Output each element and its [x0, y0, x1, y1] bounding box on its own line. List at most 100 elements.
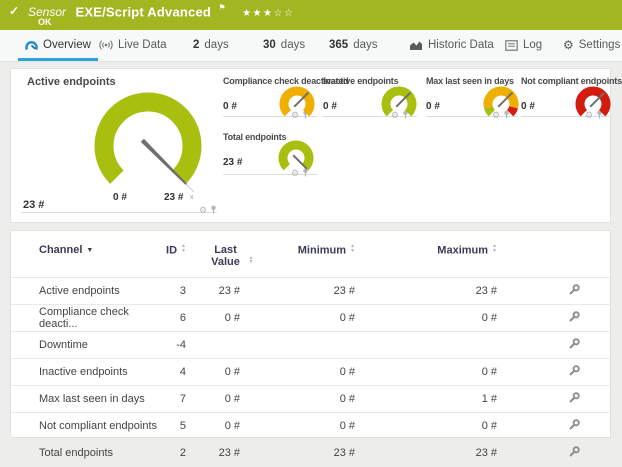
small-gauge [277, 84, 317, 124]
page-title: EXE/Script Advanced [75, 4, 211, 19]
gauge-value: 23 # [23, 199, 44, 211]
tab-historic-data[interactable]: Historic Data [402, 32, 501, 61]
channels-table: Channel▼ ID▲▼ Last Value▲▼ Minimum▲▼ Max… [11, 231, 610, 467]
channel-name: Compliance check deacti... [11, 305, 161, 332]
small-gauge [573, 84, 613, 124]
table-header-row: Channel▼ ID▲▼ Last Value▲▼ Minimum▲▼ Max… [11, 231, 610, 278]
gauge-scale-max: 23 # [164, 192, 183, 203]
channel-id: 6 [161, 305, 206, 332]
gauge-value: 0 # [223, 101, 237, 112]
column-header-maximum[interactable]: Maximum▲▼ [396, 231, 536, 278]
edit-channel-icon[interactable] [568, 418, 581, 431]
tab-bar: Overview Live Data 2 days 30 days 365 da… [0, 30, 622, 62]
edit-channel-icon[interactable] [568, 337, 581, 350]
edit-channel-icon[interactable] [568, 283, 581, 296]
channel-maximum: 23 # [396, 278, 536, 305]
edit-channel-icon[interactable] [568, 391, 581, 404]
status-badge: OK [38, 17, 52, 27]
channel-last-value: 0 # [206, 413, 276, 440]
channel-name: Active endpoints [11, 278, 161, 305]
channel-last-value [206, 332, 276, 359]
table-row[interactable]: Active endpoints 3 23 # 23 # 23 # [11, 278, 610, 305]
column-header-id[interactable]: ID▲▼ [161, 231, 206, 278]
channel-id: -4 [161, 332, 206, 359]
pin-icon[interactable] [210, 201, 217, 219]
tab-live-data[interactable]: Live Data [92, 32, 174, 61]
gauge-max-last-seen-in-days: Max last seen in days 0 # ⚙ [426, 75, 518, 117]
prtg-sensor-overview-page: { "colors": { "header_green": "#a2b622",… [0, 0, 622, 432]
sort-icon: ▲▼ [350, 244, 355, 253]
channel-maximum: 0 # [396, 359, 536, 386]
svg-text:x: x [190, 194, 194, 201]
tab-settings[interactable]: ⚙ Settings [556, 32, 622, 61]
channel-maximum [396, 332, 536, 359]
sort-icon: ▲▼ [492, 244, 497, 253]
gauge-not-compliant-endpoints: Not compliant endpoints 0 # ⚙ [521, 75, 611, 117]
channel-id: 7 [161, 386, 206, 413]
tab-365-days[interactable]: 365 days [322, 32, 384, 61]
gauge-value: 0 # [426, 101, 440, 112]
channel-name: Total endpoints [11, 440, 161, 467]
channel-last-value: 0 # [206, 359, 276, 386]
gauge-value: 0 # [323, 101, 337, 112]
channel-id: 4 [161, 359, 206, 386]
channel-name: Max last seen in days [11, 386, 161, 413]
edit-channel-icon[interactable] [568, 445, 581, 458]
active-endpoints-gauge: x [83, 83, 213, 213]
tab-log[interactable]: Log [498, 32, 549, 61]
channel-last-value: 0 # [206, 386, 276, 413]
channel-name: Downtime [11, 332, 161, 359]
column-header-last-value[interactable]: Last Value▲▼ [206, 231, 276, 278]
sort-icon: ▲▼ [181, 244, 186, 253]
table-row[interactable]: Inactive endpoints 4 0 # 0 # 0 # [11, 359, 610, 386]
log-icon [505, 40, 518, 51]
sort-desc-icon: ▼ [86, 247, 93, 254]
gauge-icon [25, 39, 38, 51]
priority-stars[interactable]: ★★★☆☆ [242, 8, 294, 19]
channel-name: Inactive endpoints [11, 359, 161, 386]
column-header-minimum[interactable]: Minimum▲▼ [276, 231, 396, 278]
gauge-inactive-endpoints: Inactive endpoints 0 # ⚙ [323, 75, 417, 117]
gauge-settings-icon[interactable]: ⚙ [199, 206, 207, 215]
gauges-panel: Active endpoints x 0 # 23 # 23 # ⚙ Compl… [10, 68, 611, 223]
channel-maximum: 0 # [396, 413, 536, 440]
tab-overview[interactable]: Overview [18, 32, 98, 61]
channel-maximum: 23 # [396, 440, 536, 467]
channel-id: 2 [161, 440, 206, 467]
table-row[interactable]: Max last seen in days 7 0 # 0 # 1 # [11, 386, 610, 413]
flag-icon[interactable]: ⚑ [218, 3, 225, 12]
gauge-value: 0 # [521, 101, 535, 112]
channel-minimum: 0 # [276, 413, 396, 440]
signal-icon [99, 39, 113, 51]
gauge-active-endpoints: Active endpoints x 0 # 23 # 23 # ⚙ [21, 75, 217, 213]
channel-maximum: 0 # [396, 305, 536, 332]
small-gauge [379, 84, 419, 124]
table-row[interactable]: Not compliant endpoints 5 0 # 0 # 0 # [11, 413, 610, 440]
gauge-value: 23 # [223, 157, 242, 168]
channel-last-value: 0 # [206, 305, 276, 332]
channel-minimum: 0 # [276, 359, 396, 386]
channel-minimum: 0 # [276, 305, 396, 332]
tab-2-days[interactable]: 2 days [186, 32, 236, 61]
gauge-scale-min: 0 # [113, 192, 127, 203]
channel-minimum [276, 332, 396, 359]
table-row[interactable]: Compliance check deacti... 6 0 # 0 # 0 # [11, 305, 610, 332]
channels-table-panel: Channel▼ ID▲▼ Last Value▲▼ Minimum▲▼ Max… [10, 230, 611, 438]
column-header-channel[interactable]: Channel▼ [11, 231, 161, 278]
sensor-header: ✓ Sensor EXE/Script Advanced ⚑ ★★★☆☆ OK [0, 0, 622, 30]
edit-channel-icon[interactable] [568, 310, 581, 323]
table-row[interactable]: Downtime -4 [11, 332, 610, 359]
channel-minimum: 23 # [276, 440, 396, 467]
channel-maximum: 1 # [396, 386, 536, 413]
channel-minimum: 23 # [276, 278, 396, 305]
channel-last-value: 23 # [206, 278, 276, 305]
status-check-icon: ✓ [9, 4, 19, 18]
channel-minimum: 0 # [276, 386, 396, 413]
table-row[interactable]: Total endpoints 2 23 # 23 # 23 # [11, 440, 610, 467]
tab-30-days[interactable]: 30 days [256, 32, 312, 61]
channel-id: 5 [161, 413, 206, 440]
channel-name: Not compliant endpoints [11, 413, 161, 440]
edit-channel-icon[interactable] [568, 364, 581, 377]
channel-last-value: 23 # [206, 440, 276, 467]
small-gauge [276, 138, 316, 178]
